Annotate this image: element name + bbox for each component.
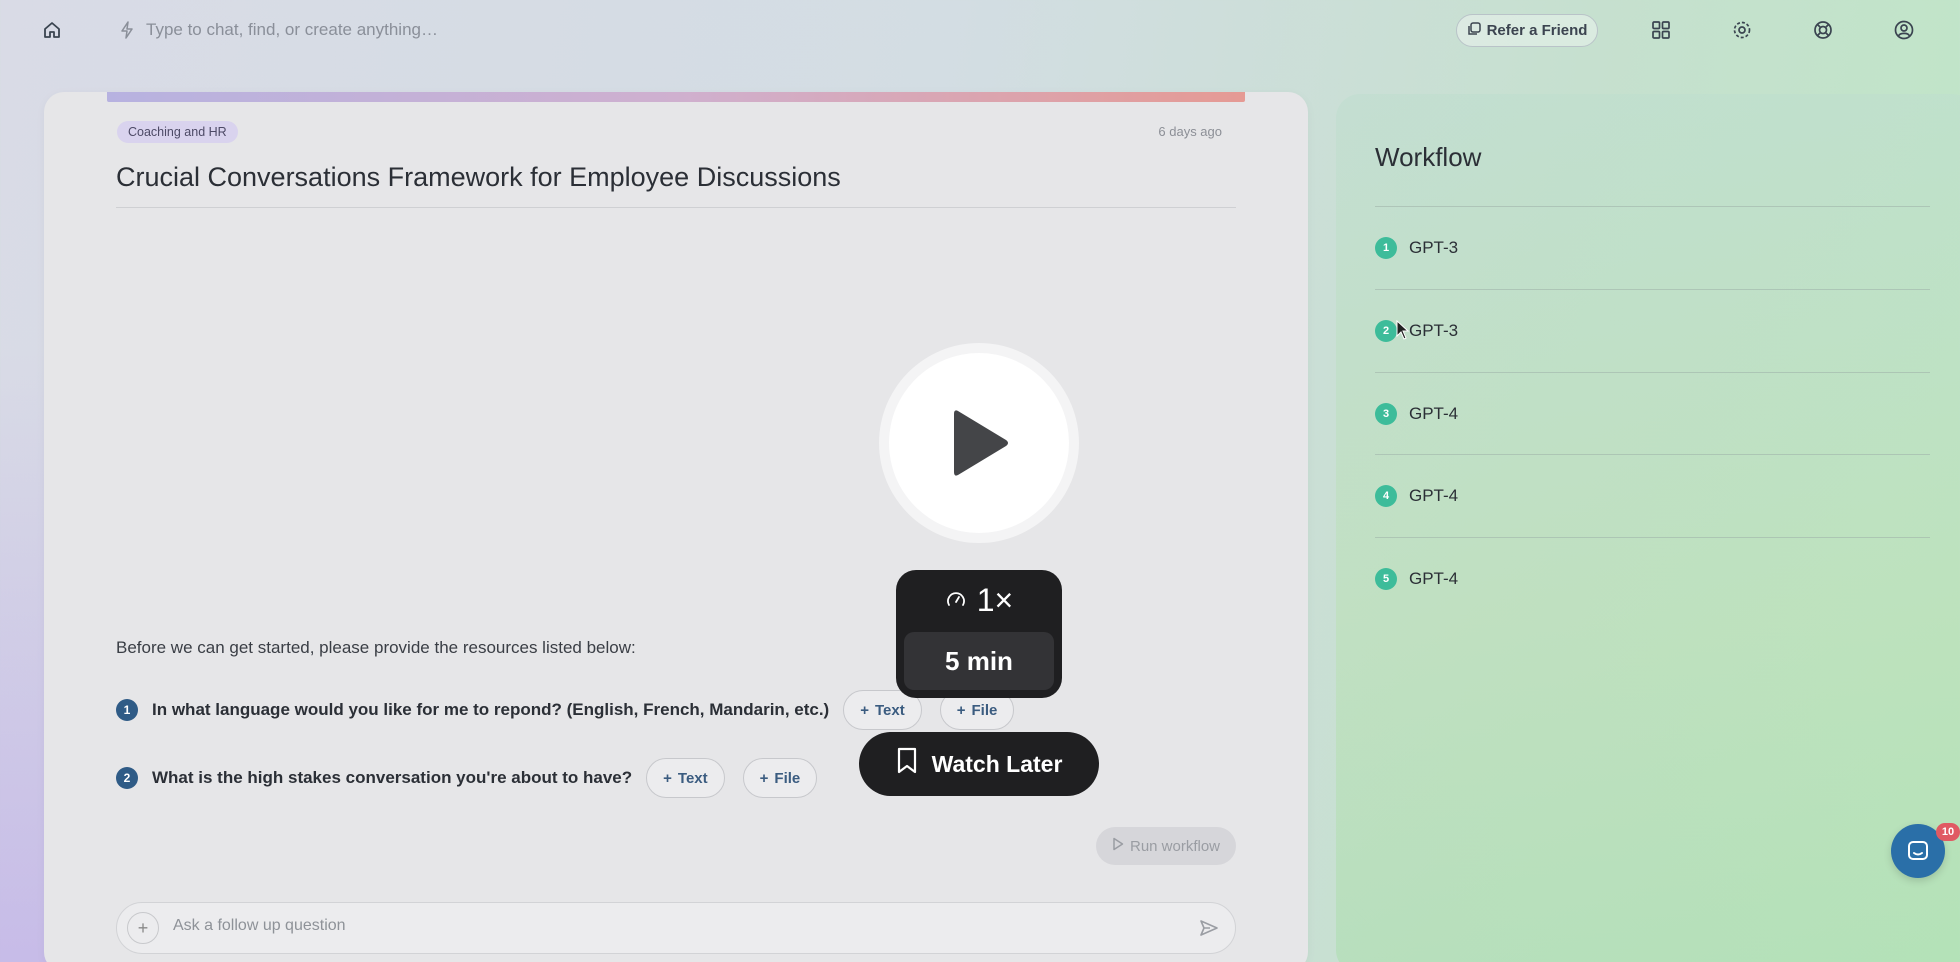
lightning-icon [118, 21, 136, 39]
top-bar: Refer a Friend [0, 0, 1960, 60]
step-number: 4 [1375, 485, 1397, 507]
divider [1375, 372, 1930, 373]
chip-label: Text [875, 701, 905, 719]
chat-icon [1908, 841, 1928, 860]
notification-badge: 10 [1936, 823, 1960, 841]
timestamp: 6 days ago [1158, 124, 1222, 139]
plus-icon: + [956, 701, 966, 719]
chip-label: File [774, 769, 801, 787]
step-number: 2 [1375, 320, 1397, 342]
speed-toggle[interactable]: 1× [896, 570, 1062, 630]
playback-control: 1× 5 min [896, 570, 1062, 698]
play-icon [954, 410, 1008, 476]
add-text-button[interactable]: + Text [646, 758, 725, 798]
workflow-step[interactable]: 3 GPT-4 [1375, 402, 1458, 426]
workflow-step[interactable]: 2 GPT-3 [1375, 319, 1458, 343]
gear-icon[interactable] [1730, 18, 1754, 42]
run-workflow-label: Run workflow [1129, 837, 1221, 855]
step-label: GPT-3 [1409, 321, 1459, 340]
question-text: In what language would you like for me t… [152, 700, 830, 719]
question-text: What is the high stakes conversation you… [152, 768, 633, 787]
divider [1375, 537, 1930, 538]
grid-icon[interactable] [1649, 18, 1673, 42]
watch-later-label: Watch Later [931, 750, 1063, 777]
workflow-title: Workflow [1375, 142, 1482, 172]
watch-later-button[interactable]: Watch Later [859, 732, 1099, 796]
video-duration: 5 min [904, 632, 1054, 690]
command-input[interactable] [146, 20, 566, 40]
divider [1375, 206, 1930, 207]
command-bar[interactable] [118, 18, 566, 42]
step-number: 1 [1375, 237, 1397, 259]
question-number: 1 [116, 699, 138, 721]
question-number: 2 [116, 767, 138, 789]
intro-text: Before we can get started, please provid… [116, 638, 636, 657]
chip-label: File [971, 701, 998, 719]
category-tag: Coaching and HR [117, 121, 238, 143]
run-workflow-button[interactable]: Run workflow [1096, 827, 1236, 865]
copy-icon [1467, 21, 1481, 40]
workflow-step[interactable]: 5 GPT-4 [1375, 567, 1458, 591]
play-button[interactable] [879, 343, 1079, 543]
followup-bar: + [116, 902, 1236, 954]
workflow-step[interactable]: 4 GPT-4 [1375, 484, 1458, 508]
workflow-panel [1336, 94, 1960, 962]
divider [1375, 289, 1930, 290]
followup-input[interactable] [173, 917, 1073, 935]
bookmark-icon [896, 747, 918, 781]
card-accent-strip [107, 92, 1245, 102]
plus-icon: + [860, 701, 869, 719]
refer-a-friend-button[interactable]: Refer a Friend [1456, 14, 1598, 47]
play-outline-icon [1112, 837, 1124, 855]
attach-plus-icon[interactable]: + [127, 912, 159, 944]
question-row: 1 In what language would you like for me… [116, 690, 1032, 730]
divider [1375, 454, 1930, 455]
speedometer-icon [945, 582, 967, 619]
add-file-button[interactable]: + File [742, 758, 818, 798]
plus-icon: + [759, 769, 769, 787]
page-title: Crucial Conversations Framework for Empl… [116, 162, 841, 192]
speed-value: 1× [976, 581, 1014, 618]
mouse-cursor-icon [1396, 320, 1410, 340]
help-lifebuoy-icon[interactable] [1811, 18, 1835, 42]
chip-label: Text [677, 769, 708, 787]
step-number: 5 [1375, 568, 1397, 590]
step-label: GPT-4 [1409, 404, 1459, 423]
home-icon[interactable] [40, 18, 64, 42]
workflow-step[interactable]: 1 GPT-3 [1375, 236, 1458, 260]
refer-label: Refer a Friend [1486, 22, 1588, 39]
plus-icon: + [663, 769, 672, 787]
question-row: 2 What is the high stakes conversation y… [116, 758, 835, 798]
send-icon[interactable] [1197, 916, 1221, 940]
divider [116, 207, 1236, 208]
step-label: GPT-4 [1409, 486, 1459, 505]
user-avatar-icon[interactable] [1892, 18, 1916, 42]
step-number: 3 [1375, 403, 1397, 425]
step-label: GPT-3 [1409, 238, 1459, 257]
play-button-face [889, 353, 1069, 533]
step-label: GPT-4 [1409, 569, 1459, 588]
